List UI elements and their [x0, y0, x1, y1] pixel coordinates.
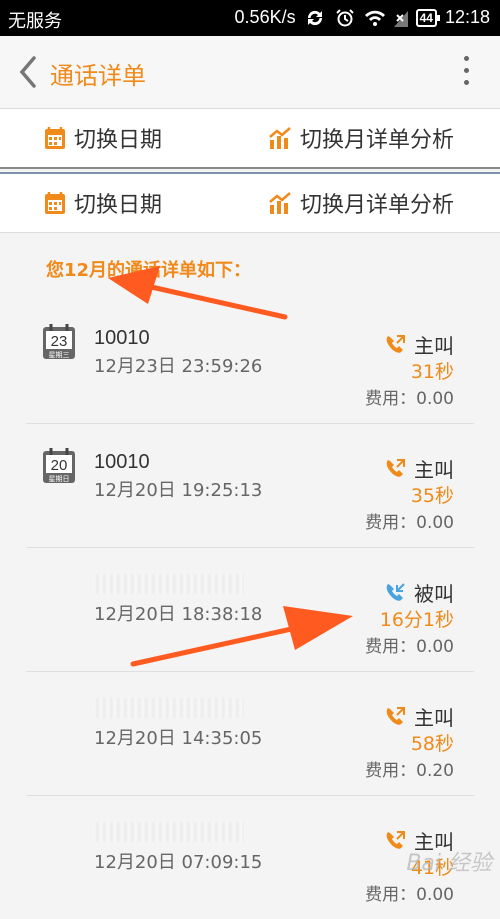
- switch-date-label: 切换日期: [74, 193, 163, 218]
- call-time: 12月23日 23:59:26: [94, 356, 263, 377]
- sync-icon: [304, 9, 326, 27]
- call-duration: 58秒: [410, 733, 454, 755]
- app-bar: 通话详单: [0, 36, 500, 109]
- calendar-day: 23: [51, 333, 68, 350]
- summary-text: 您12月的通话详单如下：: [46, 260, 252, 281]
- outgoing-call-icon: [386, 706, 405, 725]
- call-type-label: 被叫: [414, 582, 454, 606]
- call-fee: 费用：0.00: [365, 513, 454, 533]
- chart-icon: [269, 192, 291, 214]
- call-type-label: 主叫: [414, 334, 454, 358]
- redacted-number: [94, 822, 244, 842]
- status-right: 0.56K/s 44 12:18: [235, 7, 490, 28]
- phone-number: 10010: [94, 327, 150, 349]
- call-duration: 16分1秒: [379, 609, 454, 631]
- call-duration: 31秒: [410, 361, 454, 383]
- call-fee: 费用：0.20: [365, 761, 454, 781]
- outgoing-call-icon: [386, 334, 405, 353]
- monthly-analysis-button[interactable]: 切换月详单分析: [268, 122, 454, 154]
- status-bar: 无服务 0.56K/s 44 12:18: [0, 0, 500, 36]
- monthly-analysis-label: 切换月详单分析: [300, 128, 455, 153]
- call-time: 12月20日 19:25:13: [94, 480, 263, 501]
- more-menu-button[interactable]: [460, 56, 472, 90]
- call-record-list: 23 星期三 10010 12月23日 23:59:26 主叫 31秒 费用：0…: [0, 300, 500, 919]
- call-type: 被叫: [384, 578, 454, 607]
- switch-date-button[interactable]: 切换日期: [44, 187, 162, 219]
- call-type-label: 主叫: [414, 458, 454, 482]
- chevron-left-icon: [19, 56, 36, 88]
- alarm-icon: [334, 8, 356, 27]
- call-type: 主叫: [384, 702, 454, 731]
- action-row: 切换日期 切换月详单分析: [0, 109, 500, 169]
- back-button[interactable]: [14, 54, 44, 90]
- action-row: 切换日期 切换月详单分析: [0, 172, 500, 233]
- switch-date-button[interactable]: 切换日期: [44, 122, 162, 154]
- calendar-icon: 20 星期日: [43, 448, 75, 483]
- calendar-icon: 23 星期三: [43, 324, 75, 359]
- redacted-number: [94, 574, 244, 594]
- outgoing-call-icon: [386, 830, 405, 849]
- call-fee: 费用：0.00: [365, 389, 454, 409]
- call-time: 12月20日 14:35:05: [94, 728, 263, 749]
- redacted-number: [94, 698, 244, 718]
- watermark: Bai 经验: [406, 851, 492, 876]
- network-speed: 0.56K/s: [234, 7, 296, 27]
- phone-number: 10010: [94, 451, 150, 473]
- more-vert-icon: [460, 56, 472, 85]
- calendar-icon: [45, 192, 65, 214]
- calendar-weekday: 星期三: [49, 351, 70, 359]
- carrier-text: 无服务: [8, 11, 62, 31]
- call-type-label: 主叫: [414, 706, 454, 730]
- call-duration: 35秒: [410, 485, 454, 507]
- monthly-analysis-button[interactable]: 切换月详单分析: [268, 187, 454, 219]
- incoming-call-icon: [386, 582, 405, 601]
- outgoing-call-icon: [386, 458, 405, 477]
- calendar-day: 20: [51, 457, 68, 474]
- clock-time: 12:18: [444, 7, 490, 27]
- monthly-analysis-label: 切换月详单分析: [300, 193, 455, 218]
- call-record[interactable]: 12月20日 18:38:18 被叫 16分1秒 费用：0.00: [26, 548, 474, 672]
- call-record[interactable]: 20 星期日 10010 12月20日 19:25:13 主叫 35秒 费用：0…: [26, 424, 474, 548]
- call-fee: 费用：0.00: [365, 885, 454, 905]
- wifi-icon: [364, 9, 386, 27]
- call-type: 主叫: [384, 330, 454, 359]
- call-record[interactable]: 12月20日 14:35:05 主叫 58秒 费用：0.20: [26, 672, 474, 796]
- no-signal-icon: [393, 9, 408, 27]
- call-fee: 费用：0.00: [365, 637, 454, 657]
- call-type: 主叫: [384, 454, 454, 483]
- chart-icon: [269, 127, 291, 149]
- page-title: 通话详单: [50, 62, 146, 90]
- call-time: 12月20日 07:09:15: [94, 852, 263, 873]
- battery-icon: 44: [415, 8, 441, 27]
- call-record[interactable]: 23 星期三 10010 12月23日 23:59:26 主叫 31秒 费用：0…: [26, 300, 474, 424]
- call-time: 12月20日 18:38:18: [94, 604, 263, 625]
- calendar-icon: [45, 127, 65, 149]
- switch-date-label: 切换日期: [74, 128, 163, 153]
- calendar-weekday: 星期日: [49, 475, 70, 483]
